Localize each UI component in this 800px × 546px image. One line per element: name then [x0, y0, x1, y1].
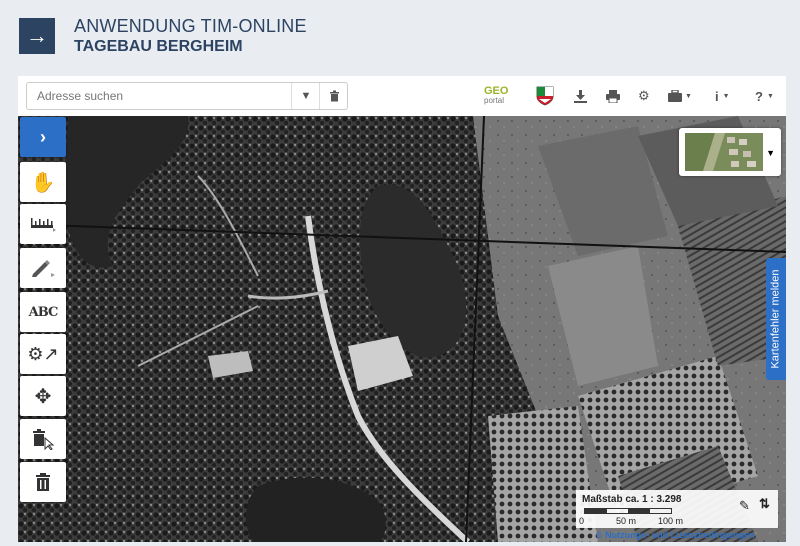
settings-button[interactable]: ⚙ — [638, 86, 650, 106]
help-button[interactable]: ? ▼ — [755, 86, 774, 106]
ruler-icon — [31, 218, 56, 232]
basemap-thumbnail — [685, 133, 763, 171]
trash-icon — [36, 473, 50, 491]
toolbox-button[interactable]: ▼ — [668, 86, 692, 106]
search-clear-button[interactable] — [319, 83, 348, 109]
text-tool-button[interactable]: ABC — [20, 292, 66, 332]
chevron-right-icon: › — [40, 126, 46, 147]
download-icon — [574, 89, 587, 103]
pan-tool-button[interactable]: ✋ — [20, 162, 66, 202]
aerial-image — [18, 116, 786, 542]
feature-settings-button[interactable]: ⚙↗ — [20, 334, 66, 374]
search-input[interactable] — [27, 83, 297, 109]
caret-down-icon: ▼ — [766, 92, 774, 100]
gear-icon: ⚙ — [638, 88, 650, 103]
nrw-coat-of-arms-icon[interactable] — [535, 86, 555, 106]
scale-tick: 100 m — [658, 516, 684, 526]
arrow-right-icon: → — [26, 23, 48, 48]
download-button[interactable] — [574, 86, 587, 106]
address-search: ▼ — [26, 82, 348, 110]
delete-all-button[interactable] — [20, 462, 66, 502]
help-icon: ? — [755, 88, 763, 104]
move-tool-button[interactable]: ✥ — [20, 376, 66, 416]
text-abc-icon: ABC — [28, 304, 59, 320]
map-canvas[interactable] — [18, 116, 786, 542]
delete-select-button[interactable] — [20, 419, 66, 459]
license-link[interactable]: © Nutzungs- und Lizenzbedingungen — [596, 530, 755, 540]
sort-icon[interactable]: ⇅ — [759, 496, 770, 512]
app-title: ANWENDUNG TIM-ONLINE — [74, 16, 307, 36]
print-button[interactable] — [606, 86, 620, 106]
caret-down-icon: ▼ — [300, 90, 312, 102]
nav-arrow-button[interactable]: → — [19, 18, 55, 54]
basemap-switcher[interactable]: ▼ — [679, 128, 781, 176]
app-subtitle: TAGEBAU BERGHEIM — [74, 38, 243, 55]
caret-down-icon: ▼ — [685, 92, 692, 100]
trash-icon — [329, 90, 339, 102]
draw-tool-button[interactable] — [20, 248, 66, 288]
scale-panel: Maßstab ca. 1 : 3.298 0 50 m 100 m ✎ ⇅ — [576, 490, 778, 528]
pencil-icon — [32, 260, 55, 277]
move-arrows-icon: ✥ — [34, 385, 52, 408]
toolbox-icon — [668, 90, 682, 102]
geoportal-logo[interactable]: GEO portal — [484, 86, 512, 108]
print-icon — [606, 89, 620, 103]
report-map-error-button[interactable]: Kartenfehler melden — [766, 258, 786, 380]
scale-tick: 0 — [579, 516, 585, 526]
trash-cursor-icon — [33, 429, 55, 450]
hand-icon: ✋ — [30, 171, 56, 194]
info-icon: i — [715, 88, 719, 104]
map-toolbar: ▼ GEO portal — [18, 76, 786, 116]
expand-sidebar-button[interactable]: › — [20, 117, 66, 157]
scale-bar — [584, 508, 672, 514]
gear-cursor-icon: ⚙↗ — [27, 343, 59, 364]
measure-tool-button[interactable] — [20, 204, 66, 244]
scale-tick: 50 m — [616, 516, 637, 526]
caret-down-icon: ▼ — [766, 148, 775, 158]
scale-label: Maßstab ca. 1 : 3.298 — [582, 494, 682, 505]
caret-down-icon: ▼ — [722, 92, 730, 100]
app-header: → ANWENDUNG TIM-ONLINE TAGEBAU BERGHEIM — [0, 0, 800, 72]
search-dropdown-button[interactable]: ▼ — [291, 83, 320, 109]
info-button[interactable]: i ▼ — [715, 86, 730, 106]
edit-scale-icon[interactable]: ✎ — [739, 498, 750, 514]
